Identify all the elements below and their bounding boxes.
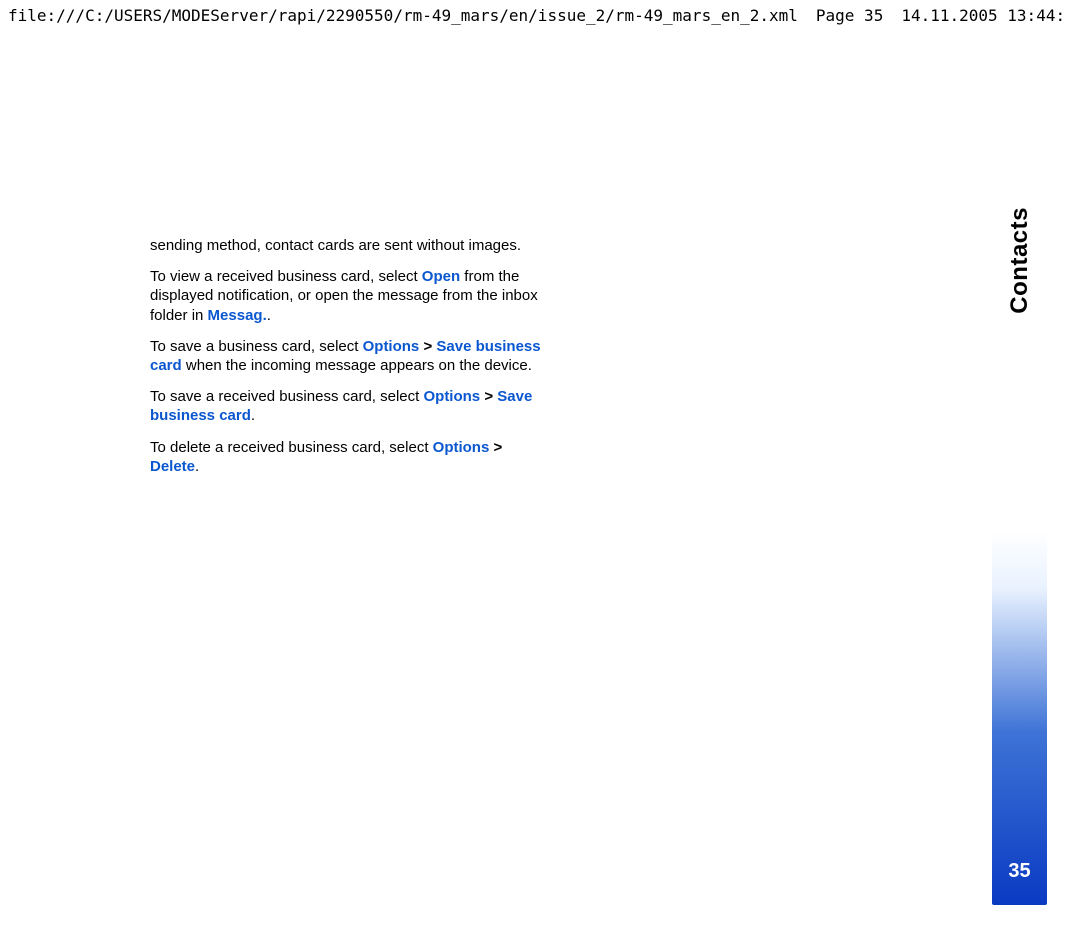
print-header: file:///C:/USERS/MODEServer/rapi/2290550… [0, 0, 1065, 31]
paragraph: To save a received business card, select… [150, 387, 555, 425]
paragraph: sending method, contact cards are sent w… [150, 236, 555, 255]
ui-term-options: Options [433, 439, 490, 456]
ui-term-delete: Delete [150, 458, 195, 475]
paragraph: To delete a received business card, sele… [150, 438, 555, 476]
section-label: Contacts [992, 207, 1047, 314]
file-path: file:///C:/USERS/MODEServer/rapi/2290550… [8, 6, 798, 25]
paragraph: To view a received business card, select… [150, 267, 555, 325]
text: To view a received business card, select [150, 268, 422, 285]
separator: > [480, 388, 497, 405]
text: To save a business card, select [150, 338, 363, 355]
page-indicator: Page 35 [798, 6, 901, 25]
timestamp: 14.11.2005 13:44:58 [901, 6, 1065, 25]
ui-term-open: Open [422, 268, 460, 285]
paragraph: To save a business card, select Options … [150, 337, 555, 375]
body-text: sending method, contact cards are sent w… [150, 236, 555, 488]
text: . [267, 307, 271, 324]
ui-term-options: Options [363, 338, 420, 355]
text: To delete a received business card, sele… [150, 439, 433, 456]
document-page: file:///C:/USERS/MODEServer/rapi/2290550… [0, 0, 1065, 930]
ui-term-options: Options [423, 388, 480, 405]
separator: > [489, 439, 502, 456]
text: . [251, 407, 255, 424]
text: To save a received business card, select [150, 388, 423, 405]
text: . [195, 458, 199, 475]
text: when the incoming message appears on the… [182, 357, 532, 374]
page-number: 35 [992, 860, 1047, 883]
separator: > [419, 338, 436, 355]
section-tab: Contacts 35 [992, 185, 1047, 905]
ui-term-messag: Messag. [208, 307, 267, 324]
